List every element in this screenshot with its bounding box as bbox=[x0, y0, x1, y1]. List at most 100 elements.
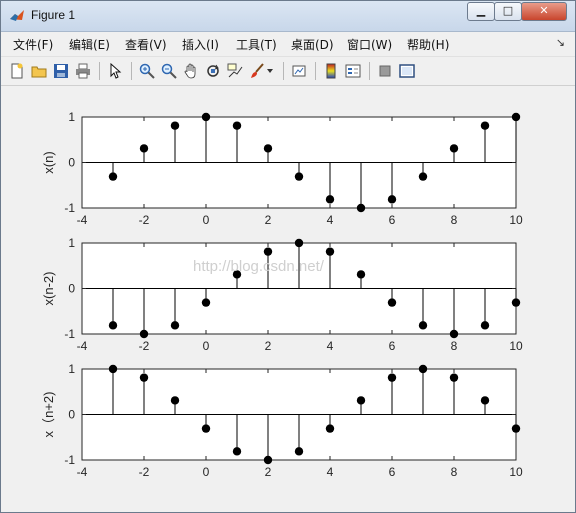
x-tick-label: 2 bbox=[265, 213, 272, 227]
stem-marker bbox=[201, 112, 211, 122]
stem-marker bbox=[294, 172, 304, 181]
hide-plot-tools-icon[interactable] bbox=[375, 61, 395, 81]
subplot-3[interactable]: -4 -2 0 2 4 6 8 10 -1 0 1 x（n+2) bbox=[41, 362, 523, 479]
y-axis-label: x(n) bbox=[41, 151, 56, 173]
stem-marker bbox=[480, 321, 490, 330]
x-tick-label: 4 bbox=[327, 339, 334, 353]
stem-marker bbox=[170, 121, 180, 130]
brush-icon[interactable] bbox=[247, 61, 267, 81]
stem-marker bbox=[418, 321, 428, 330]
stem-marker bbox=[139, 373, 149, 382]
stem-marker bbox=[232, 121, 242, 130]
figure-canvas: -4 -2 0 2 4 6 8 10 -1 0 1 x(n) -4 -2 0 2 4 6 8 10 -1 0 1 x(n-2)… bbox=[7, 86, 569, 506]
stem-marker bbox=[170, 321, 180, 330]
y-tick-label: 0 bbox=[68, 156, 75, 170]
x-tick-label: 2 bbox=[265, 465, 272, 479]
toolbar-separator bbox=[315, 62, 316, 80]
pointer-icon[interactable] bbox=[105, 61, 125, 81]
toolbar-separator bbox=[369, 62, 370, 80]
stem-marker bbox=[418, 172, 428, 181]
link-plot-icon[interactable] bbox=[289, 61, 309, 81]
show-plot-tools-icon[interactable] bbox=[397, 61, 417, 81]
menu-insert[interactable]: 插入(I) bbox=[182, 36, 219, 53]
stem-marker bbox=[139, 144, 149, 153]
zoom-in-icon[interactable] bbox=[137, 61, 157, 81]
plot-area[interactable]: -4 -2 0 2 4 6 8 10 -1 0 1 x(n) -4 -2 0 2 4 6 8 10 -1 0 1 x(n-2)… bbox=[7, 86, 569, 506]
stem-marker bbox=[511, 112, 521, 122]
stem-marker bbox=[232, 447, 242, 456]
pan-icon[interactable] bbox=[181, 61, 201, 81]
x-tick-label: 4 bbox=[327, 465, 334, 479]
open-icon[interactable] bbox=[29, 61, 49, 81]
stem-marker bbox=[511, 424, 521, 433]
stem-marker bbox=[294, 447, 304, 456]
menu-desktop[interactable]: 桌面(D) bbox=[291, 36, 334, 53]
menu-help[interactable]: 帮助(H) bbox=[407, 36, 449, 53]
stem-marker bbox=[449, 329, 459, 339]
x-tick-label: 8 bbox=[451, 213, 458, 227]
x-tick-label: 6 bbox=[389, 339, 396, 353]
stem-marker bbox=[139, 329, 149, 339]
menu-window[interactable]: 窗口(W) bbox=[347, 36, 392, 53]
stem-marker bbox=[480, 396, 490, 405]
stem-marker bbox=[387, 373, 397, 382]
rotate-3d-icon[interactable] bbox=[203, 61, 223, 81]
y-tick-label: 1 bbox=[68, 236, 75, 250]
title-bar[interactable]: Figure 1 ▁ □ ✕ bbox=[1, 1, 575, 32]
y-tick-label: 1 bbox=[68, 362, 75, 376]
save-icon[interactable] bbox=[51, 61, 71, 81]
y-tick-label: 0 bbox=[68, 282, 75, 296]
new-figure-icon[interactable] bbox=[7, 61, 27, 81]
y-tick-label: -1 bbox=[64, 327, 75, 341]
stem-marker bbox=[263, 247, 273, 256]
menu-edit[interactable]: 编辑(E) bbox=[69, 36, 110, 53]
menu-file[interactable]: 文件(F) bbox=[13, 36, 53, 53]
stem-marker bbox=[325, 247, 335, 256]
stem-marker bbox=[325, 424, 335, 433]
subplot-1[interactable]: -4 -2 0 2 4 6 8 10 -1 0 1 x(n) bbox=[41, 110, 523, 227]
toolbar-separator bbox=[99, 62, 100, 80]
stem-marker bbox=[418, 364, 428, 374]
matlab-logo-icon bbox=[10, 10, 24, 21]
close-button[interactable]: ✕ bbox=[521, 2, 567, 21]
subplot-2[interactable]: -4 -2 0 2 4 6 8 10 -1 0 1 x(n-2) bbox=[41, 236, 523, 353]
x-tick-label: 8 bbox=[451, 465, 458, 479]
stem-marker bbox=[449, 144, 459, 153]
colorbar-icon[interactable] bbox=[321, 61, 341, 81]
menu-tools[interactable]: 工具(T) bbox=[236, 36, 277, 53]
x-tick-label: 10 bbox=[509, 465, 523, 479]
stem-marker bbox=[325, 195, 335, 204]
maximize-button[interactable]: □ bbox=[494, 2, 522, 21]
x-tick-label: 0 bbox=[203, 465, 210, 479]
stem-marker bbox=[108, 172, 118, 181]
y-tick-label: -1 bbox=[64, 453, 75, 467]
stem-marker bbox=[108, 321, 118, 330]
x-tick-label: -2 bbox=[139, 465, 150, 479]
stem-marker bbox=[170, 396, 180, 405]
x-tick-label: -4 bbox=[77, 465, 88, 479]
legend-icon[interactable] bbox=[343, 61, 363, 81]
x-tick-label: 10 bbox=[509, 213, 523, 227]
y-tick-label: 0 bbox=[68, 408, 75, 422]
menu-overflow-arrow-icon[interactable]: ↘ bbox=[556, 36, 565, 49]
zoom-out-icon[interactable] bbox=[159, 61, 179, 81]
dropdown-arrow-icon[interactable] bbox=[265, 61, 275, 81]
data-cursor-icon[interactable] bbox=[225, 61, 245, 81]
x-tick-label: -4 bbox=[77, 339, 88, 353]
print-icon[interactable] bbox=[73, 61, 93, 81]
minimize-button[interactable]: ▁ bbox=[467, 2, 495, 21]
stem-marker bbox=[263, 144, 273, 153]
x-tick-label: -2 bbox=[139, 339, 150, 353]
y-axis-label: x(n-2) bbox=[41, 272, 56, 306]
x-tick-label: 2 bbox=[265, 339, 272, 353]
x-tick-label: -2 bbox=[139, 213, 150, 227]
x-tick-label: 6 bbox=[389, 213, 396, 227]
x-tick-label: 0 bbox=[203, 213, 210, 227]
menu-view[interactable]: 查看(V) bbox=[125, 36, 167, 53]
y-axis-label: x（n+2) bbox=[41, 392, 56, 438]
x-tick-label: -4 bbox=[77, 213, 88, 227]
stem-marker bbox=[201, 298, 211, 307]
stem-marker bbox=[356, 203, 366, 213]
x-tick-label: 8 bbox=[451, 339, 458, 353]
toolbar bbox=[1, 57, 575, 86]
